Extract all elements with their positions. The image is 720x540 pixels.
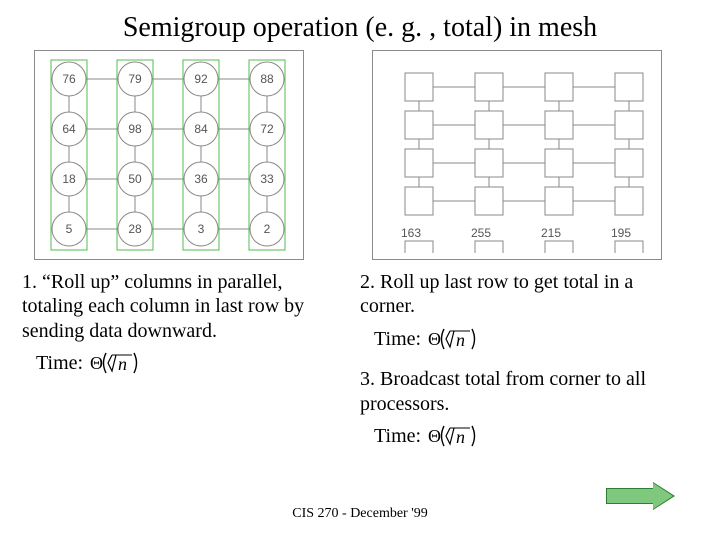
left-column: 1. “Roll up” columns in parallel, totali… — [22, 270, 348, 464]
step-2-time: Time: Θ n — [360, 325, 686, 359]
svg-text:92: 92 — [194, 72, 208, 86]
step-1-text: 1. “Roll up” columns in parallel, totali… — [22, 270, 348, 343]
svg-text:50: 50 — [128, 172, 142, 186]
step-1-time: Time: Θ n — [22, 349, 348, 383]
svg-text:36: 36 — [194, 172, 208, 186]
svg-text:98: 98 — [128, 122, 142, 136]
theta-expression-icon: Θ n — [88, 349, 152, 383]
svg-text:33: 33 — [260, 172, 274, 186]
svg-text:n: n — [456, 330, 465, 350]
svg-text:88: 88 — [260, 72, 274, 86]
svg-text:Θ: Θ — [90, 353, 103, 373]
svg-text:84: 84 — [194, 122, 208, 136]
time-label: Time: — [374, 425, 421, 447]
diagram-row: 76799288649884721850363352832 1632552151… — [0, 44, 720, 260]
svg-text:Θ: Θ — [428, 329, 441, 349]
slide-title: Semigroup operation (e. g. , total) in m… — [0, 0, 720, 44]
time-label: Time: — [374, 328, 421, 350]
mesh-left-svg: 76 79 92 88 64 98 84 72 18 50 36 33 5 28 3 2 — [39, 57, 299, 253]
right-column: 2. Roll up last row to get total in a co… — [360, 270, 686, 464]
svg-text:255: 255 — [471, 226, 491, 240]
svg-text:64: 64 — [62, 122, 76, 136]
svg-text:2: 2 — [264, 222, 271, 236]
svg-text:18: 18 — [62, 172, 76, 186]
svg-text:76: 76 — [62, 72, 76, 86]
theta-expression-icon: Θ n — [426, 422, 490, 456]
step-2-text: 2. Roll up last row to get total in a co… — [360, 270, 686, 319]
theta-expression-icon: Θ n — [426, 325, 490, 359]
svg-text:215: 215 — [541, 226, 561, 240]
svg-text:28: 28 — [128, 222, 142, 236]
mesh-right-svg: 163 255 215 195 — [377, 57, 657, 253]
svg-text:Θ: Θ — [428, 426, 441, 446]
svg-text:79: 79 — [128, 72, 142, 86]
svg-text:72: 72 — [260, 122, 274, 136]
mesh-diagram-right: 163 255 215 195 — [372, 50, 662, 260]
step-3-text: 3. Broadcast total from corner to all pr… — [360, 367, 686, 416]
mesh-diagram-left: 76 79 92 88 64 98 84 72 18 50 36 33 5 28 3 2 — [34, 50, 304, 260]
svg-text:n: n — [456, 427, 465, 447]
next-arrow-icon[interactable] — [606, 482, 676, 510]
time-label: Time: — [36, 352, 83, 374]
text-content: 1. “Roll up” columns in parallel, totali… — [0, 260, 720, 464]
svg-text:163: 163 — [401, 226, 421, 240]
svg-text:3: 3 — [198, 222, 205, 236]
svg-text:5: 5 — [66, 222, 73, 236]
svg-text:195: 195 — [611, 226, 631, 240]
step-3-time: Time: Θ n — [360, 422, 686, 456]
svg-text:n: n — [118, 354, 127, 374]
